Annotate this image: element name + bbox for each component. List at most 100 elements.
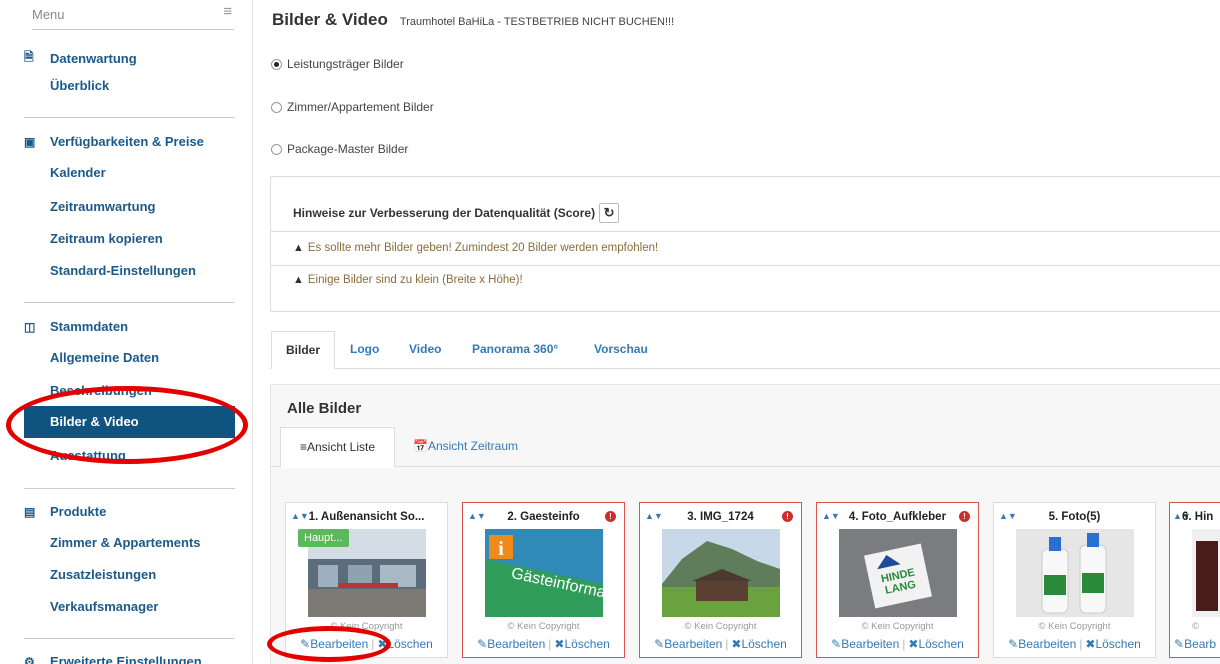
money-icon: ▣ bbox=[24, 134, 36, 149]
radio-zimmer[interactable]: Zimmer/Appartement Bilder bbox=[271, 100, 434, 114]
radio-package-master[interactable]: Package-Master Bilder bbox=[271, 142, 408, 156]
card-title: 6. Hin bbox=[1182, 511, 1214, 523]
delete-button[interactable]: ✖Löschen bbox=[1085, 637, 1140, 651]
sidebar-item-standard-einstellungen[interactable]: Standard-Einstellungen bbox=[50, 263, 196, 278]
menu-label: Menu bbox=[32, 7, 65, 22]
tab-ansicht-zeitraum[interactable]: 📅Ansicht Zeitraum bbox=[413, 439, 518, 453]
sidebar-item-zeitraum-kopieren[interactable]: Zeitraum kopieren bbox=[50, 231, 163, 246]
hint-text: Einige Bilder sind zu klein (Breite x Hö… bbox=[307, 274, 523, 286]
tab-vorschau[interactable]: Vorschau bbox=[594, 342, 648, 356]
section-erweiterte-einstellungen[interactable]: ⚙ Erweiterte Einstellungen bbox=[24, 654, 202, 664]
tab-video[interactable]: Video bbox=[409, 342, 441, 356]
pencil-icon: ✎ bbox=[1008, 637, 1019, 651]
sidebar-item-zusatzleistungen[interactable]: Zusatzleistungen bbox=[50, 567, 156, 582]
panel-title: Alle Bilder bbox=[287, 400, 362, 417]
title-row: Bilder & Video Traumhotel BaHiLa - TESTB… bbox=[272, 10, 674, 30]
error-icon: ! bbox=[605, 511, 616, 522]
tab-label: Ansicht Liste bbox=[306, 440, 376, 454]
sidebar-item-verkaufsmanager[interactable]: Verkaufsmanager bbox=[50, 599, 158, 614]
delete-button[interactable]: ✖Löschen bbox=[908, 637, 963, 651]
thumbnail[interactable] bbox=[662, 529, 780, 617]
card-title: 2. Gaesteinfo bbox=[507, 511, 580, 523]
sidebar-item-label: Bilder & Video bbox=[50, 414, 139, 429]
image-card[interactable]: ▲▼ 2. Gaesteinfo ! i Gästeinformation © … bbox=[462, 502, 625, 658]
thumbnail[interactable] bbox=[1192, 529, 1220, 617]
sidebar-item-zimmer[interactable]: Zimmer & Appartements bbox=[50, 535, 201, 550]
sidebar-item-zeitraumwartung[interactable]: Zeitraumwartung bbox=[50, 199, 155, 214]
hamburger-icon[interactable]: ≡ bbox=[223, 3, 232, 20]
delete-button[interactable]: ✖Löschen bbox=[377, 637, 432, 651]
sidebar: Menu ≡ 🗎 Datenwartung Überblick ▣ Verfügba… bbox=[0, 0, 253, 664]
card-actions: ✎Bearbeiten | ✖Löschen bbox=[286, 637, 447, 651]
section-produkte[interactable]: ▤ Produkte bbox=[24, 504, 106, 519]
edit-button[interactable]: ✎Bearbeiten bbox=[477, 637, 545, 651]
image-card[interactable]: ▲▼ 1. Außenansicht So... Haupt... © Kein… bbox=[285, 502, 448, 658]
list-icon: ≡ bbox=[299, 440, 307, 454]
section-stammdaten[interactable]: ◫ Stammdaten bbox=[24, 319, 128, 334]
sidebar-item-beschreibungen[interactable]: Beschreibungen bbox=[50, 383, 152, 398]
tab-label: Ansicht Zeitraum bbox=[427, 439, 518, 453]
pencil-icon: ✎ bbox=[831, 637, 842, 651]
sidebar-item-ueberblick[interactable]: Überblick bbox=[50, 78, 109, 93]
thumbnail[interactable] bbox=[1016, 529, 1134, 617]
columns-icon: ◫ bbox=[24, 319, 36, 334]
tab-logo[interactable]: Logo bbox=[350, 342, 379, 356]
tab-panorama[interactable]: Panorama 360° bbox=[472, 342, 558, 356]
section-title: Stammdaten bbox=[50, 319, 129, 334]
calendar-icon: 📅 bbox=[413, 439, 428, 453]
delete-button[interactable]: ✖Löschen bbox=[731, 637, 786, 651]
copyright-text: © Kein Copyright bbox=[861, 621, 934, 632]
edit-button[interactable]: ✎Bearbeiten bbox=[300, 637, 368, 651]
separator: | bbox=[902, 637, 906, 651]
hint-item: ▲ Einige Bilder sind zu klein (Breite x H… bbox=[293, 274, 523, 286]
separator: | bbox=[725, 637, 729, 651]
tab-bar: Bilder Logo Video Panorama 360° Vorschau bbox=[270, 331, 1220, 369]
edit-button[interactable]: ✎Bearbeiten bbox=[654, 637, 722, 651]
thumbnail[interactable]: i Gästeinformation bbox=[485, 529, 603, 617]
section-title: Verfügbarkeiten & Preise bbox=[50, 134, 204, 149]
delete-label: Löschen bbox=[918, 637, 964, 651]
edit-button[interactable]: ✎Bearbeiten bbox=[1008, 637, 1076, 651]
radio-unchecked-icon[interactable] bbox=[271, 143, 282, 155]
radio-unchecked-icon[interactable] bbox=[271, 101, 282, 113]
section-datenwartung[interactable]: 🗎 Datenwartung bbox=[24, 48, 137, 69]
card-title: 3. IMG_1724 bbox=[687, 511, 754, 523]
pencil-icon: ✎ bbox=[1174, 637, 1185, 651]
view-tabs: ≡Ansicht Liste 📅Ansicht Zeitraum bbox=[271, 427, 1220, 468]
page-subtitle: Traumhotel BaHiLa - TESTBETRIEB NICHT BU… bbox=[399, 16, 675, 28]
tab-ansicht-liste[interactable]: ≡Ansicht Liste bbox=[280, 427, 395, 468]
image-card[interactable]: ▲▼ 4. Foto_Aufkleber ! HINDE LANG © Kein… bbox=[816, 502, 979, 658]
sidebar-item-allgemeine-daten[interactable]: Allgemeine Daten bbox=[50, 350, 159, 365]
refresh-icon[interactable]: ↻ bbox=[599, 203, 620, 223]
hint-text: Es sollte mehr Bilder geben! Zumindest 2… bbox=[307, 242, 659, 254]
copyright-text: © bbox=[1192, 621, 1199, 632]
radio-leistungstraeger[interactable]: Leistungsträger Bilder bbox=[271, 57, 404, 71]
radio-label: Zimmer/Appartement Bilder bbox=[287, 100, 434, 114]
warning-icon: ▲ bbox=[293, 242, 304, 254]
delete-label: Löschen bbox=[741, 637, 787, 651]
image-card[interactable]: ▲▼ 3. IMG_1724 ! © Kein Copyright ✎Bearb… bbox=[639, 502, 802, 658]
image-card[interactable]: ▲▼ 6. Hin © ✎Bearb bbox=[1169, 502, 1220, 658]
edit-label: Bearbeiten bbox=[841, 637, 900, 651]
edit-label: Bearb bbox=[1184, 637, 1217, 651]
radio-checked-icon[interactable] bbox=[271, 58, 282, 70]
x-icon: ✖ bbox=[554, 637, 565, 651]
card-title: 4. Foto_Aufkleber bbox=[848, 511, 947, 523]
card-actions: ✎Bearbeiten | ✖Löschen bbox=[994, 637, 1155, 651]
edit-button[interactable]: ✎Bearb bbox=[1174, 637, 1216, 651]
pencil-icon: ✎ bbox=[477, 637, 488, 651]
edit-button[interactable]: ✎Bearbeiten bbox=[831, 637, 899, 651]
section-verfuegbarkeiten[interactable]: ▣ Verfügbarkeiten & Preise bbox=[24, 134, 204, 149]
edit-label: Bearbeiten bbox=[487, 637, 546, 651]
delete-button[interactable]: ✖Löschen bbox=[554, 637, 609, 651]
tab-bilder[interactable]: Bilder bbox=[271, 331, 335, 369]
menu-header: Menu ≡ bbox=[32, 2, 234, 30]
pencil-icon: ✎ bbox=[654, 637, 665, 651]
separator: | bbox=[1079, 637, 1083, 651]
error-icon: ! bbox=[959, 511, 970, 522]
sidebar-item-bilder-video[interactable]: Bilder & Video bbox=[24, 406, 235, 438]
sidebar-item-ausstattung[interactable]: Ausstattung bbox=[50, 448, 126, 463]
image-card[interactable]: ▲▼ 5. Foto(5) © Kein Copyright ✎Bearbeit… bbox=[993, 502, 1156, 658]
thumbnail[interactable]: HINDE LANG bbox=[839, 529, 957, 617]
sidebar-item-kalender[interactable]: Kalender bbox=[50, 165, 106, 180]
